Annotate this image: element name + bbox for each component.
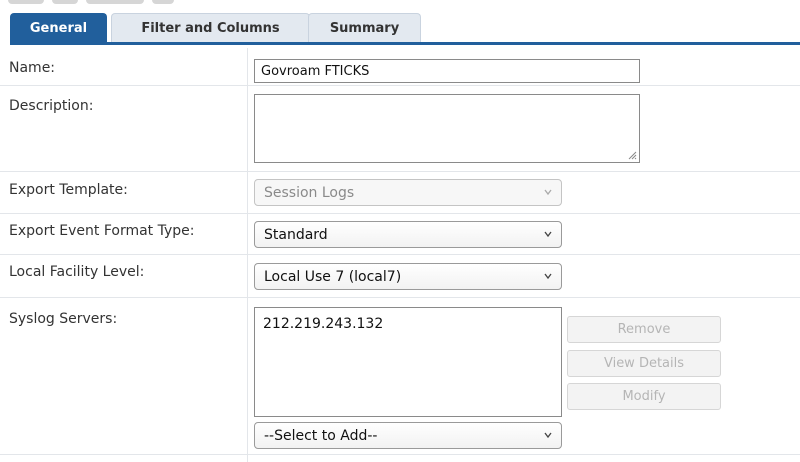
description-label: Description:: [9, 98, 94, 114]
syslog-servers-label: Syslog Servers:: [9, 311, 118, 327]
chevron-down-icon: [544, 432, 552, 439]
row-export-event-format-type: Export Event Format Type: Standard: [0, 214, 800, 255]
chevron-down-icon: [544, 273, 552, 280]
remove-button[interactable]: Remove: [567, 316, 721, 343]
tab-underline: [10, 42, 800, 45]
name-label: Name:: [9, 60, 56, 76]
cropped-breadcrumb-strip: [0, 0, 800, 10]
export-event-format-type-label: Export Event Format Type:: [9, 223, 195, 239]
export-template-label: Export Template:: [9, 182, 128, 198]
local-facility-level-value: Local Use 7 (local7): [264, 268, 402, 285]
chevron-down-icon: [544, 189, 552, 196]
export-event-format-type-select[interactable]: Standard: [254, 221, 562, 248]
row-name: Name:: [0, 48, 800, 86]
tab-summary[interactable]: Summary: [308, 13, 421, 43]
row-local-facility-level: Local Facility Level: Local Use 7 (local…: [0, 255, 800, 298]
chevron-down-icon: [544, 231, 552, 238]
export-event-format-type-value: Standard: [264, 226, 328, 243]
row-description: Description:: [0, 86, 800, 172]
syslog-servers-list[interactable]: 212.219.243.132: [254, 307, 562, 417]
export-template-select: Session Logs: [254, 179, 562, 206]
tab-filter-and-columns[interactable]: Filter and Columns: [111, 13, 310, 43]
local-facility-level-select[interactable]: Local Use 7 (local7): [254, 263, 562, 290]
export-template-value: Session Logs: [264, 184, 355, 201]
view-details-button[interactable]: View Details: [567, 350, 721, 377]
row-export-template: Export Template: Session Logs: [0, 172, 800, 214]
name-field[interactable]: [254, 59, 640, 83]
description-field[interactable]: [254, 94, 640, 163]
local-facility-level-label: Local Facility Level:: [9, 264, 145, 280]
modify-button[interactable]: Modify: [567, 383, 721, 410]
resize-grip-icon[interactable]: [627, 150, 637, 160]
list-item[interactable]: 212.219.243.132: [263, 316, 553, 332]
tab-general[interactable]: General: [10, 13, 107, 43]
select-to-add-value: --Select to Add--: [264, 427, 378, 444]
select-to-add-dropdown[interactable]: --Select to Add--: [254, 422, 562, 449]
